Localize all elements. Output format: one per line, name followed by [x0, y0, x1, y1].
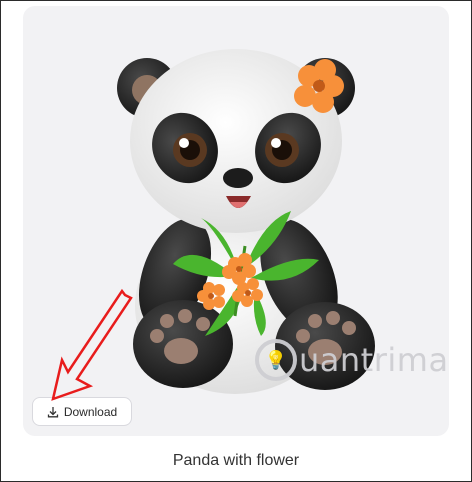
- image-card[interactable]: 💡 uantrimang Download: [23, 6, 449, 436]
- download-button[interactable]: Download: [32, 397, 132, 426]
- watermark: 💡 uantrimang: [255, 330, 449, 390]
- download-label: Download: [63, 404, 118, 419]
- watermark-text: uantrimang: [299, 341, 449, 379]
- download-icon: [47, 406, 58, 417]
- image-caption: Panda with flower: [172, 452, 300, 469]
- lightbulb-icon: 💡: [255, 339, 297, 381]
